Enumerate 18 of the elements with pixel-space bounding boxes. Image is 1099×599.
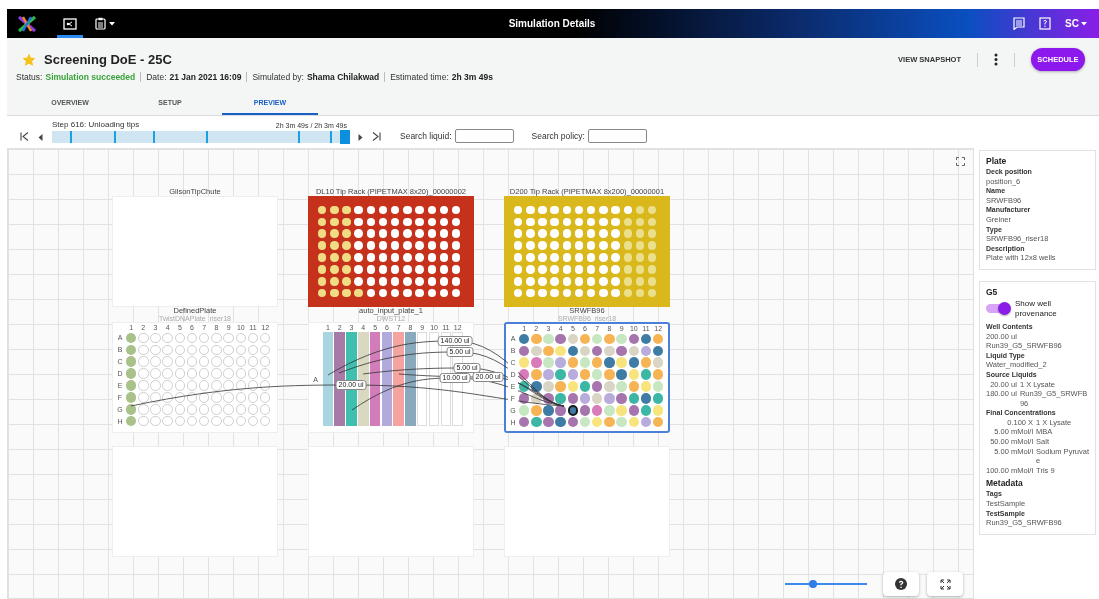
status-value: Shama Chilakwad — [306, 71, 380, 82]
search-label: Search liquid: — [400, 131, 452, 141]
status-value: Simulation succeeded — [45, 71, 136, 82]
section-title: Metadata — [986, 478, 1024, 490]
status-value: 2h 3m 49s — [451, 71, 493, 82]
search-label: Search policy: — [531, 131, 585, 141]
simulation-title: Screening DoE - 25C — [44, 52, 172, 67]
card-title: G5 — [986, 286, 999, 298]
user-menu[interactable]: SC — [1065, 18, 1087, 29]
toggle-label: Show well provenance — [1015, 298, 1058, 319]
card-title: Plate — [986, 156, 1008, 167]
status-label: Status: — [16, 71, 43, 82]
page-title: Simulation Details — [508, 18, 596, 29]
status-label: Estimated time: — [390, 71, 449, 82]
status-label: Date: — [146, 71, 167, 82]
status-label: Simulated by: — [252, 71, 304, 82]
step-label: Step 616: Unloading tips — [52, 120, 140, 129]
status-value: 21 Jan 2021 16:09 — [169, 71, 242, 82]
